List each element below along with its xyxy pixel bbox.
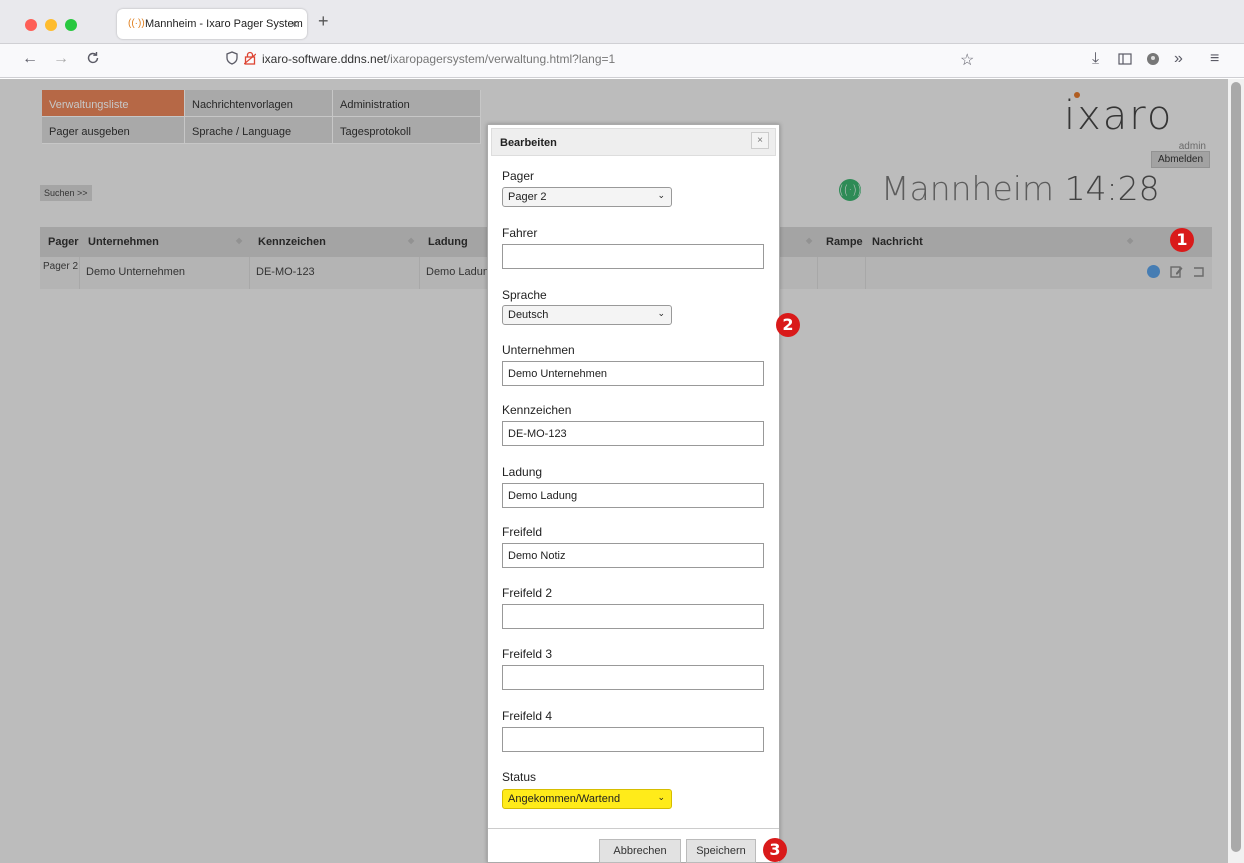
freifeld2-label: Freifeld 2 — [502, 586, 553, 600]
minimize-window-icon[interactable] — [45, 19, 57, 31]
status-select[interactable]: Angekommen/Wartend ⌄ — [502, 789, 672, 809]
pager-select[interactable]: Pager 2 ⌄ — [502, 187, 672, 207]
shield-icon[interactable] — [226, 51, 238, 70]
unternehmen-label: Unternehmen — [502, 343, 575, 357]
url-field[interactable]: ixaro-software.ddns.net/ixaropagersystem… — [262, 52, 615, 66]
overflow-icon[interactable]: » — [1174, 50, 1183, 68]
new-tab-icon[interactable]: + — [318, 11, 329, 32]
sprache-select[interactable]: Deutsch ⌄ — [502, 305, 672, 325]
extension-icon[interactable] — [1146, 52, 1160, 71]
annotation-badge-2: 2 — [776, 313, 800, 337]
sidebar-icon[interactable] — [1118, 52, 1132, 70]
edit-dialog: Bearbeiten Pager Pager 2 ⌄ Fahrer Sprache… — [487, 124, 780, 863]
sprache-label: Sprache — [502, 288, 547, 302]
kennzeichen-field[interactable]: DE-MO-123 — [502, 421, 764, 446]
browser-nav-bar: ← → ixaro-software.ddns.net/ixaropagersy… — [0, 44, 1244, 78]
status-select-value: Angekommen/Wartend — [508, 793, 621, 805]
freifeld2-field[interactable] — [502, 604, 764, 629]
status-label: Status — [502, 770, 537, 784]
fahrer-label: Fahrer — [502, 226, 538, 240]
url-host: ixaro-software.ddns.net — [262, 52, 387, 66]
pager-select-value: Pager 2 — [508, 191, 547, 203]
star-icon[interactable]: ☆ — [960, 50, 974, 70]
cancel-button[interactable]: Abbrechen — [599, 839, 681, 863]
forward-icon[interactable]: → — [53, 50, 69, 68]
reload-icon[interactable] — [86, 51, 100, 70]
tab-close-icon[interactable]: × — [291, 9, 298, 39]
url-path: /ixaropagersystem/verwaltung.html?lang=1 — [386, 52, 616, 66]
fahrer-field[interactable] — [502, 244, 764, 269]
chevron-down-icon: ⌄ — [657, 308, 665, 318]
freifeld-field[interactable]: Demo Notiz — [502, 543, 764, 568]
browser-tab[interactable]: ((·)) Mannheim - Ixaro Pager System × — [117, 9, 307, 39]
tab-title: Mannheim - Ixaro Pager System — [145, 18, 303, 30]
dialog-footer-divider — [488, 828, 779, 829]
browser-tab-bar: ((·)) Mannheim - Ixaro Pager System × + — [0, 0, 1244, 44]
kennzeichen-label: Kennzeichen — [502, 403, 572, 417]
pager-label: Pager — [502, 169, 535, 183]
maximize-window-icon[interactable] — [65, 19, 77, 31]
ladung-label: Ladung — [502, 465, 543, 479]
menu-icon[interactable]: ≡ — [1210, 50, 1219, 68]
close-window-icon[interactable] — [25, 19, 37, 31]
freifeld4-label: Freifeld 4 — [502, 709, 553, 723]
freifeld-label: Freifeld — [502, 525, 543, 539]
freifeld3-field[interactable] — [502, 665, 764, 690]
signal-icon: ((·)) — [128, 18, 145, 29]
freifeld4-field[interactable] — [502, 727, 764, 752]
chevron-down-icon: ⌄ — [657, 792, 665, 802]
lock-icon[interactable] — [243, 51, 257, 70]
freifeld3-label: Freifeld 3 — [502, 647, 553, 661]
annotation-badge-1: 1 — [1170, 228, 1194, 252]
sprache-select-value: Deutsch — [508, 309, 549, 321]
dialog-close-icon[interactable]: × — [751, 132, 769, 149]
unternehmen-field[interactable]: Demo Unternehmen — [502, 361, 764, 386]
dialog-title: Bearbeiten — [491, 128, 776, 156]
back-icon[interactable]: ← — [22, 50, 38, 68]
scrollbar[interactable] — [1231, 82, 1241, 852]
ladung-field[interactable]: Demo Ladung — [502, 483, 764, 508]
download-icon[interactable]: ⤓ — [1092, 50, 1099, 68]
annotation-badge-3: 3 — [763, 838, 787, 862]
chevron-down-icon: ⌄ — [657, 190, 665, 200]
save-button[interactable]: Speichern — [686, 839, 756, 863]
